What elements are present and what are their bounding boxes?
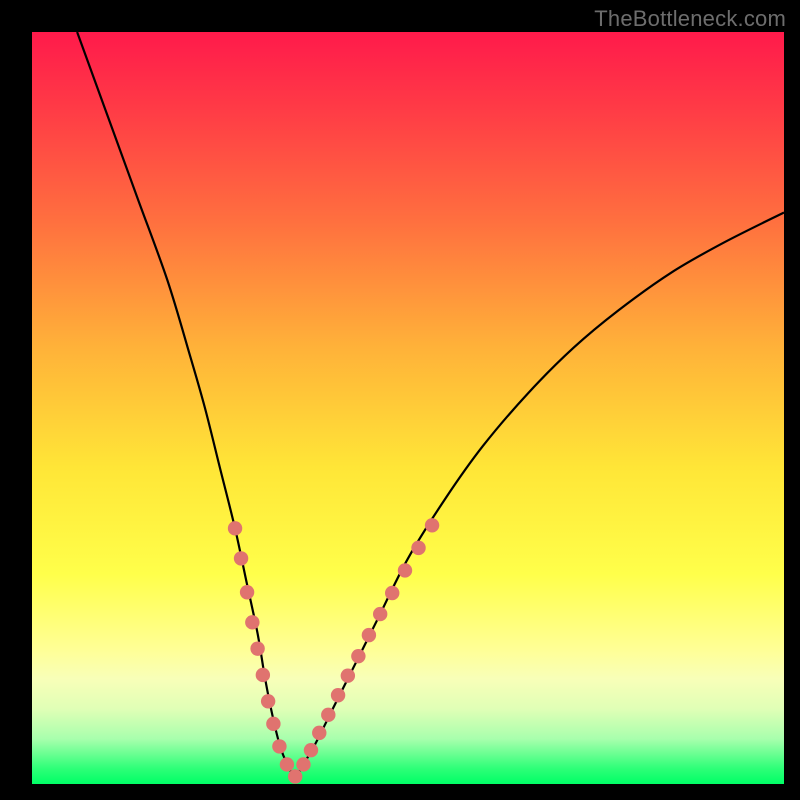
marker-dot xyxy=(234,551,248,565)
plot-area xyxy=(32,32,784,784)
marker-dot xyxy=(312,726,326,740)
marker-dot xyxy=(250,641,264,655)
marker-dot xyxy=(256,668,270,682)
marker-dot xyxy=(240,585,254,599)
marker-dot xyxy=(321,708,335,722)
marker-dot xyxy=(245,615,259,629)
marker-dot xyxy=(385,586,399,600)
marker-dot xyxy=(362,628,376,642)
marker-dot xyxy=(261,694,275,708)
marker-dot xyxy=(280,757,294,771)
marker-dot xyxy=(425,518,439,532)
bottleneck-curve-path xyxy=(77,32,784,776)
marker-dot xyxy=(411,541,425,555)
marker-dot xyxy=(288,769,302,783)
marker-dot xyxy=(266,717,280,731)
marker-dot xyxy=(351,649,365,663)
marker-dot xyxy=(398,563,412,577)
marker-dot xyxy=(331,688,345,702)
marker-dot xyxy=(304,743,318,757)
marker-dot xyxy=(373,607,387,621)
marker-dot xyxy=(296,757,310,771)
marker-dot xyxy=(272,739,286,753)
watermark-text: TheBottleneck.com xyxy=(594,6,786,32)
outer-frame: TheBottleneck.com xyxy=(0,0,800,800)
marker-dot xyxy=(228,521,242,535)
marker-dot xyxy=(341,669,355,683)
curve-svg xyxy=(32,32,784,784)
